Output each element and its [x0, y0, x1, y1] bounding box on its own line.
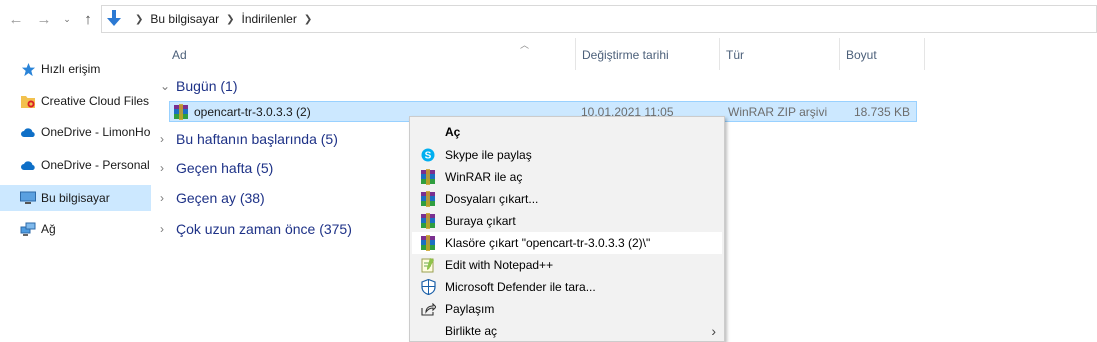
sidebar-item-label: Hızlı erişim — [41, 62, 101, 76]
menu-item-extract-here[interactable]: Buraya çıkart — [412, 210, 722, 232]
column-headers: ︿ Ad Değiştirme tarihi Tür Boyut — [155, 38, 1097, 70]
file-type: WinRAR ZIP arşivi — [728, 105, 828, 119]
menu-item-open[interactable]: Aç — [412, 121, 722, 143]
winrar-icon — [420, 235, 436, 251]
sidebar-item-onedrive-limonho[interactable]: OneDrive - LimonHo — [0, 119, 151, 145]
sidebar-item-creative-cloud[interactable]: Creative Cloud Files — [0, 88, 151, 114]
computer-icon — [20, 190, 36, 206]
breadcrumb-separator-icon[interactable]: ❯ — [304, 14, 312, 25]
creative-cloud-folder-icon — [20, 93, 36, 109]
downloads-arrow-icon — [106, 10, 122, 28]
column-header-modified[interactable]: Değiştirme tarihi — [582, 48, 669, 62]
breadcrumb-this-pc[interactable]: Bu bilgisayar — [150, 12, 219, 26]
file-name: opencart-tr-3.0.3.3 (2) — [194, 105, 311, 119]
group-label: Bu haftanın başlarında (5) — [176, 131, 338, 147]
onedrive-cloud-icon — [20, 157, 36, 173]
group-label: Çok uzun zaman önce (375) — [176, 221, 352, 237]
breadcrumb-separator-icon[interactable]: ❯ — [226, 14, 234, 25]
winrar-icon — [420, 213, 436, 229]
breadcrumb-downloads[interactable]: İndirilenler — [241, 12, 296, 26]
menu-item-defender-scan[interactable]: Microsoft Defender ile tara... — [412, 276, 722, 298]
onedrive-cloud-icon — [20, 124, 36, 140]
back-arrow-icon[interactable]: ← — [6, 9, 26, 29]
sort-ascending-icon: ︿ — [520, 40, 530, 50]
group-header-long-ago[interactable]: › Çok uzun zaman önce (375) — [160, 217, 352, 241]
column-divider[interactable] — [719, 38, 720, 70]
column-header-size[interactable]: Boyut — [846, 48, 877, 62]
address-bar[interactable]: ❯ Bu bilgisayar ❯ İndirilenler ❯ — [101, 5, 1097, 33]
up-arrow-icon[interactable]: ↑ — [78, 9, 98, 29]
menu-item-open-winrar[interactable]: WinRAR ile aç — [412, 166, 722, 188]
group-header-last-month[interactable]: › Geçen ay (38) — [160, 186, 265, 210]
notepadpp-icon — [420, 257, 436, 273]
menu-item-extract-files[interactable]: Dosyaları çıkart... — [412, 188, 722, 210]
chevron-right-icon[interactable]: › — [160, 161, 176, 175]
breadcrumb-separator-icon[interactable]: ❯ — [135, 14, 143, 25]
network-icon — [20, 221, 36, 237]
navigation-bar: ← → ⌄ ↑ ❯ Bu bilgisayar ❯ İndirilenler ❯ — [0, 0, 1097, 38]
menu-item-extract-to-folder[interactable]: Klasöre çıkart "opencart-tr-3.0.3.3 (2)\… — [412, 232, 722, 254]
sidebar-item-onedrive-personal[interactable]: OneDrive - Personal — [0, 152, 151, 178]
navigation-pane: Hızlı erişim Creative Cloud Files OneDri… — [0, 38, 155, 342]
sidebar-item-label: OneDrive - Personal — [41, 158, 150, 172]
share-icon — [420, 301, 436, 317]
star-icon — [20, 61, 36, 77]
winrar-icon — [420, 169, 436, 185]
group-header-earlier-this-week[interactable]: › Bu haftanın başlarında (5) — [160, 127, 338, 151]
context-menu: Aç S Skype ile paylaş WinRAR ile aç Dosy… — [409, 116, 725, 342]
column-header-name[interactable]: Ad — [172, 48, 187, 62]
file-size: 18.735 KB — [853, 105, 910, 119]
column-divider[interactable] — [575, 38, 576, 70]
winrar-icon — [420, 191, 436, 207]
recent-locations-chevron-icon[interactable]: ⌄ — [60, 9, 74, 29]
column-divider[interactable] — [924, 38, 925, 70]
sidebar-item-network[interactable]: Ağ — [0, 216, 151, 242]
svg-text:S: S — [425, 151, 432, 162]
group-header-last-week[interactable]: › Geçen hafta (5) — [160, 156, 273, 180]
sidebar-item-label: Creative Cloud Files — [41, 94, 150, 108]
sidebar-item-quick-access[interactable]: Hızlı erişim — [0, 56, 151, 82]
sidebar-item-label: OneDrive - LimonHo — [41, 125, 151, 139]
group-label: Geçen hafta (5) — [176, 160, 274, 176]
winrar-archive-icon — [173, 104, 189, 120]
menu-item-share[interactable]: Paylaşım — [412, 298, 722, 320]
group-header-today[interactable]: ⌄ Bugün (1) — [160, 74, 237, 98]
sidebar-item-label: Ağ — [41, 222, 56, 236]
forward-arrow-icon[interactable]: → — [34, 9, 54, 29]
chevron-right-icon[interactable]: › — [160, 222, 176, 236]
chevron-right-icon[interactable]: › — [160, 132, 176, 146]
menu-item-open-with[interactable]: Birlikte aç › — [412, 320, 722, 342]
chevron-right-icon: › — [711, 323, 716, 339]
menu-item-share-skype[interactable]: S Skype ile paylaş — [412, 144, 722, 166]
sidebar-item-this-pc[interactable]: Bu bilgisayar — [0, 185, 151, 211]
group-label: Bugün (1) — [176, 78, 238, 94]
skype-icon: S — [420, 147, 436, 163]
chevron-down-icon[interactable]: ⌄ — [160, 79, 176, 93]
sidebar-item-label: Bu bilgisayar — [41, 191, 110, 205]
chevron-right-icon[interactable]: › — [160, 191, 176, 205]
column-divider[interactable] — [839, 38, 840, 70]
group-label: Geçen ay (38) — [176, 190, 265, 206]
menu-item-edit-notepadpp[interactable]: Edit with Notepad++ — [412, 254, 722, 276]
defender-shield-icon — [420, 279, 436, 295]
column-header-type[interactable]: Tür — [726, 48, 744, 62]
